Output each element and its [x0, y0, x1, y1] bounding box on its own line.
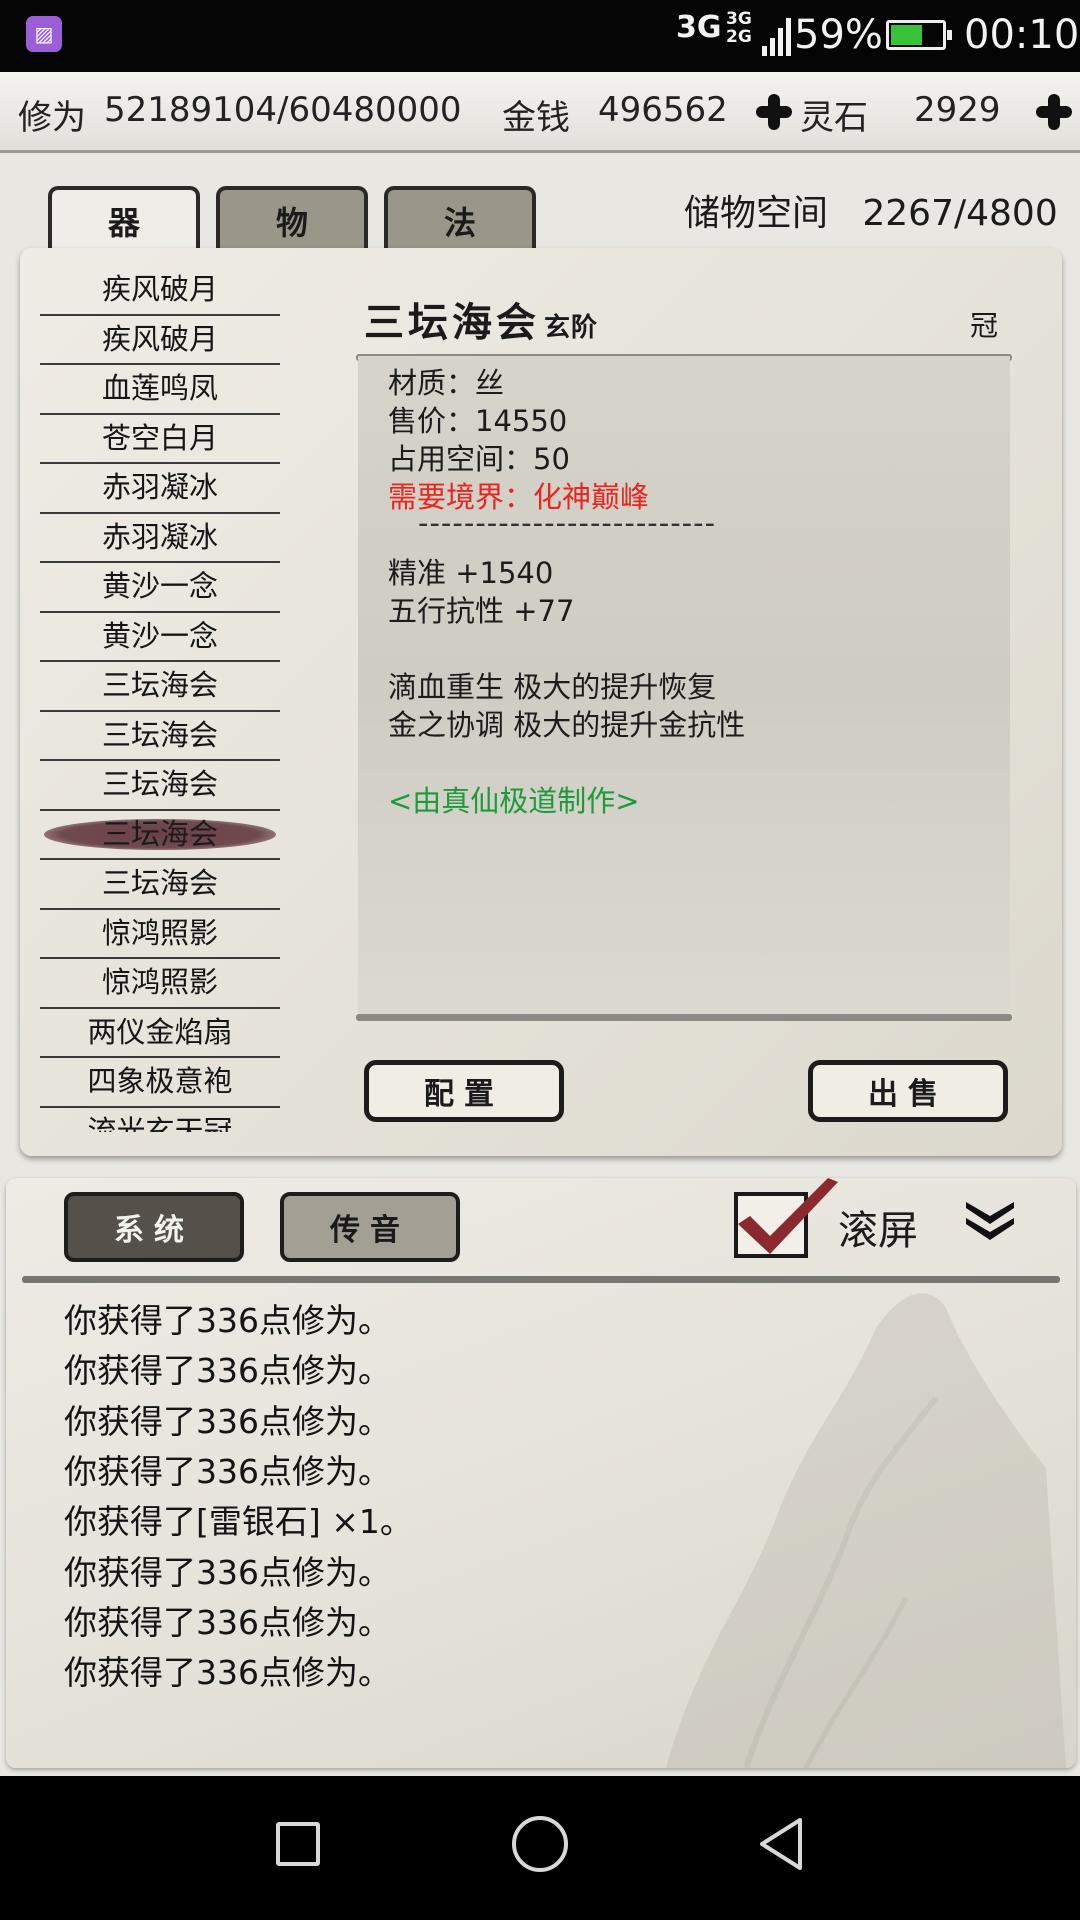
list-item[interactable]: 两仪金焰扇	[40, 1009, 280, 1058]
item-grade: 玄阶	[544, 313, 599, 343]
item-effect-1: 滴血重生 极大的提升恢复	[388, 670, 717, 704]
item-space: 占用空间：50	[388, 442, 570, 476]
tab-equipment[interactable]: 器	[48, 186, 200, 252]
item-material: 材质：丝	[388, 366, 505, 400]
list-item[interactable]: 血莲鸣凤	[40, 365, 280, 415]
cultivation-label: 修为	[18, 98, 86, 138]
log-line: 你获得了[雷银石] ×1。	[64, 1502, 413, 1542]
status-bar: ▨ 3G 3G 2G 59% 00:10	[0, 0, 1080, 72]
ink-mountain-decoration	[666, 1293, 1066, 1768]
list-item[interactable]: 赤羽凝冰	[40, 514, 280, 563]
network-indicator-secondary: 3G 2G	[726, 9, 752, 47]
item-slot: 冠	[970, 309, 999, 342]
spirit-stone-value: 2929	[914, 90, 1001, 130]
list-item[interactable]: 疾风破月	[40, 316, 280, 365]
list-item[interactable]: 三坛海会	[40, 860, 280, 910]
add-money-icon[interactable]	[754, 92, 794, 132]
tab-items[interactable]: 物	[216, 186, 368, 252]
add-spirit-stone-icon[interactable]	[1034, 92, 1074, 132]
sell-button[interactable]: 出售	[808, 1060, 1008, 1122]
list-item[interactable]: 疾风破月	[40, 266, 280, 316]
list-item[interactable]: 黄沙一念	[40, 613, 280, 662]
navigation-bar	[0, 1776, 1080, 1920]
item-maker: <由真仙极道制作>	[388, 784, 640, 818]
battery-icon	[886, 20, 952, 50]
item-detail-title: 三坛海会 玄阶	[364, 299, 599, 346]
stats-divider: --------------------------	[418, 506, 717, 540]
clock: 00:10	[964, 12, 1080, 58]
collapse-chevron-icon[interactable]	[962, 1196, 1018, 1240]
gallery-notification-icon: ▨	[26, 16, 62, 52]
item-price: 售价：14550	[388, 404, 568, 438]
back-button[interactable]	[756, 1816, 806, 1872]
log-line: 你获得了336点修为。	[64, 1451, 391, 1491]
item-stat-accuracy: 精准 +1540	[388, 556, 554, 590]
log-line: 你获得了336点修为。	[64, 1602, 391, 1642]
network-indicator: 3G	[676, 10, 722, 45]
home-button[interactable]	[512, 1816, 568, 1872]
log-line: 你获得了336点修为。	[64, 1401, 391, 1441]
log-line: 你获得了336点修为。	[64, 1653, 391, 1693]
list-item[interactable]: 三坛海会	[40, 761, 280, 811]
auto-scroll-label: 滚屏	[838, 1208, 918, 1254]
item-stat-resistance: 五行抗性 +77	[388, 594, 575, 628]
item-effect-2: 金之协调 极大的提升金抗性	[388, 708, 746, 742]
divider-bottom	[356, 1014, 1012, 1021]
battery-level	[891, 25, 922, 45]
log-line: 你获得了336点修为。	[64, 1552, 391, 1592]
storage-capacity: 储物空间 2267/4800	[684, 193, 1058, 234]
tab-skills[interactable]: 法	[384, 186, 536, 252]
list-item[interactable]: 四象极意袍	[40, 1058, 280, 1108]
money-label: 金钱	[502, 98, 570, 138]
list-item[interactable]: 三坛海会	[40, 712, 280, 761]
checkmark-icon	[738, 1178, 838, 1254]
log-line: 你获得了336点修为。	[64, 1301, 391, 1340]
tab-system-log[interactable]: 系统	[64, 1192, 244, 1262]
money-value: 496562	[598, 90, 728, 130]
resource-bar: 修为 52189104/60480000 金钱 496562 灵石 2929	[0, 72, 1080, 153]
list-item[interactable]: 赤羽凝冰	[40, 464, 280, 514]
equip-button[interactable]: 配置	[364, 1060, 564, 1122]
recent-apps-button[interactable]	[276, 1822, 320, 1866]
tab-messages[interactable]: 传音	[280, 1192, 460, 1262]
cultivation-value: 52189104/60480000	[104, 90, 462, 130]
list-item[interactable]: 惊鸿照影	[40, 959, 280, 1009]
log-line: 你获得了336点修为。	[64, 1351, 391, 1391]
message-log-panel: 系统 传音 滚屏 你获得了336点修为。 你获得了336点修为。 你获得了336点修…	[6, 1178, 1076, 1768]
log-divider	[22, 1276, 1060, 1283]
item-list[interactable]: 疾风破月 疾风破月 血莲鸣凤 苍空白月 赤羽凝冰 赤羽凝冰 黄沙一念 黄沙一念 三坛海会 三坛海会…	[40, 266, 280, 1132]
list-item[interactable]: 三坛海会	[40, 662, 280, 712]
list-item[interactable]: 惊鸿照影	[40, 910, 280, 959]
item-stats: 材质：丝 售价：14550 占用空间：50 需要境界：化神巅峰 --------…	[358, 356, 1010, 1016]
spirit-stone-label: 灵石	[800, 98, 868, 138]
list-item[interactable]: 苍空白月	[40, 415, 280, 464]
list-item[interactable]: 三坛海会	[40, 811, 280, 860]
signal-bars-icon	[762, 16, 792, 56]
list-item[interactable]: 流光玄天冠	[40, 1108, 280, 1133]
list-item[interactable]: 黄沙一念	[40, 563, 280, 613]
battery-percent: 59%	[794, 12, 883, 58]
inventory-panel: 疾风破月 疾风破月 血莲鸣凤 苍空白月 赤羽凝冰 赤羽凝冰 黄沙一念 黄沙一念 三坛海会 三坛海会…	[20, 248, 1062, 1156]
